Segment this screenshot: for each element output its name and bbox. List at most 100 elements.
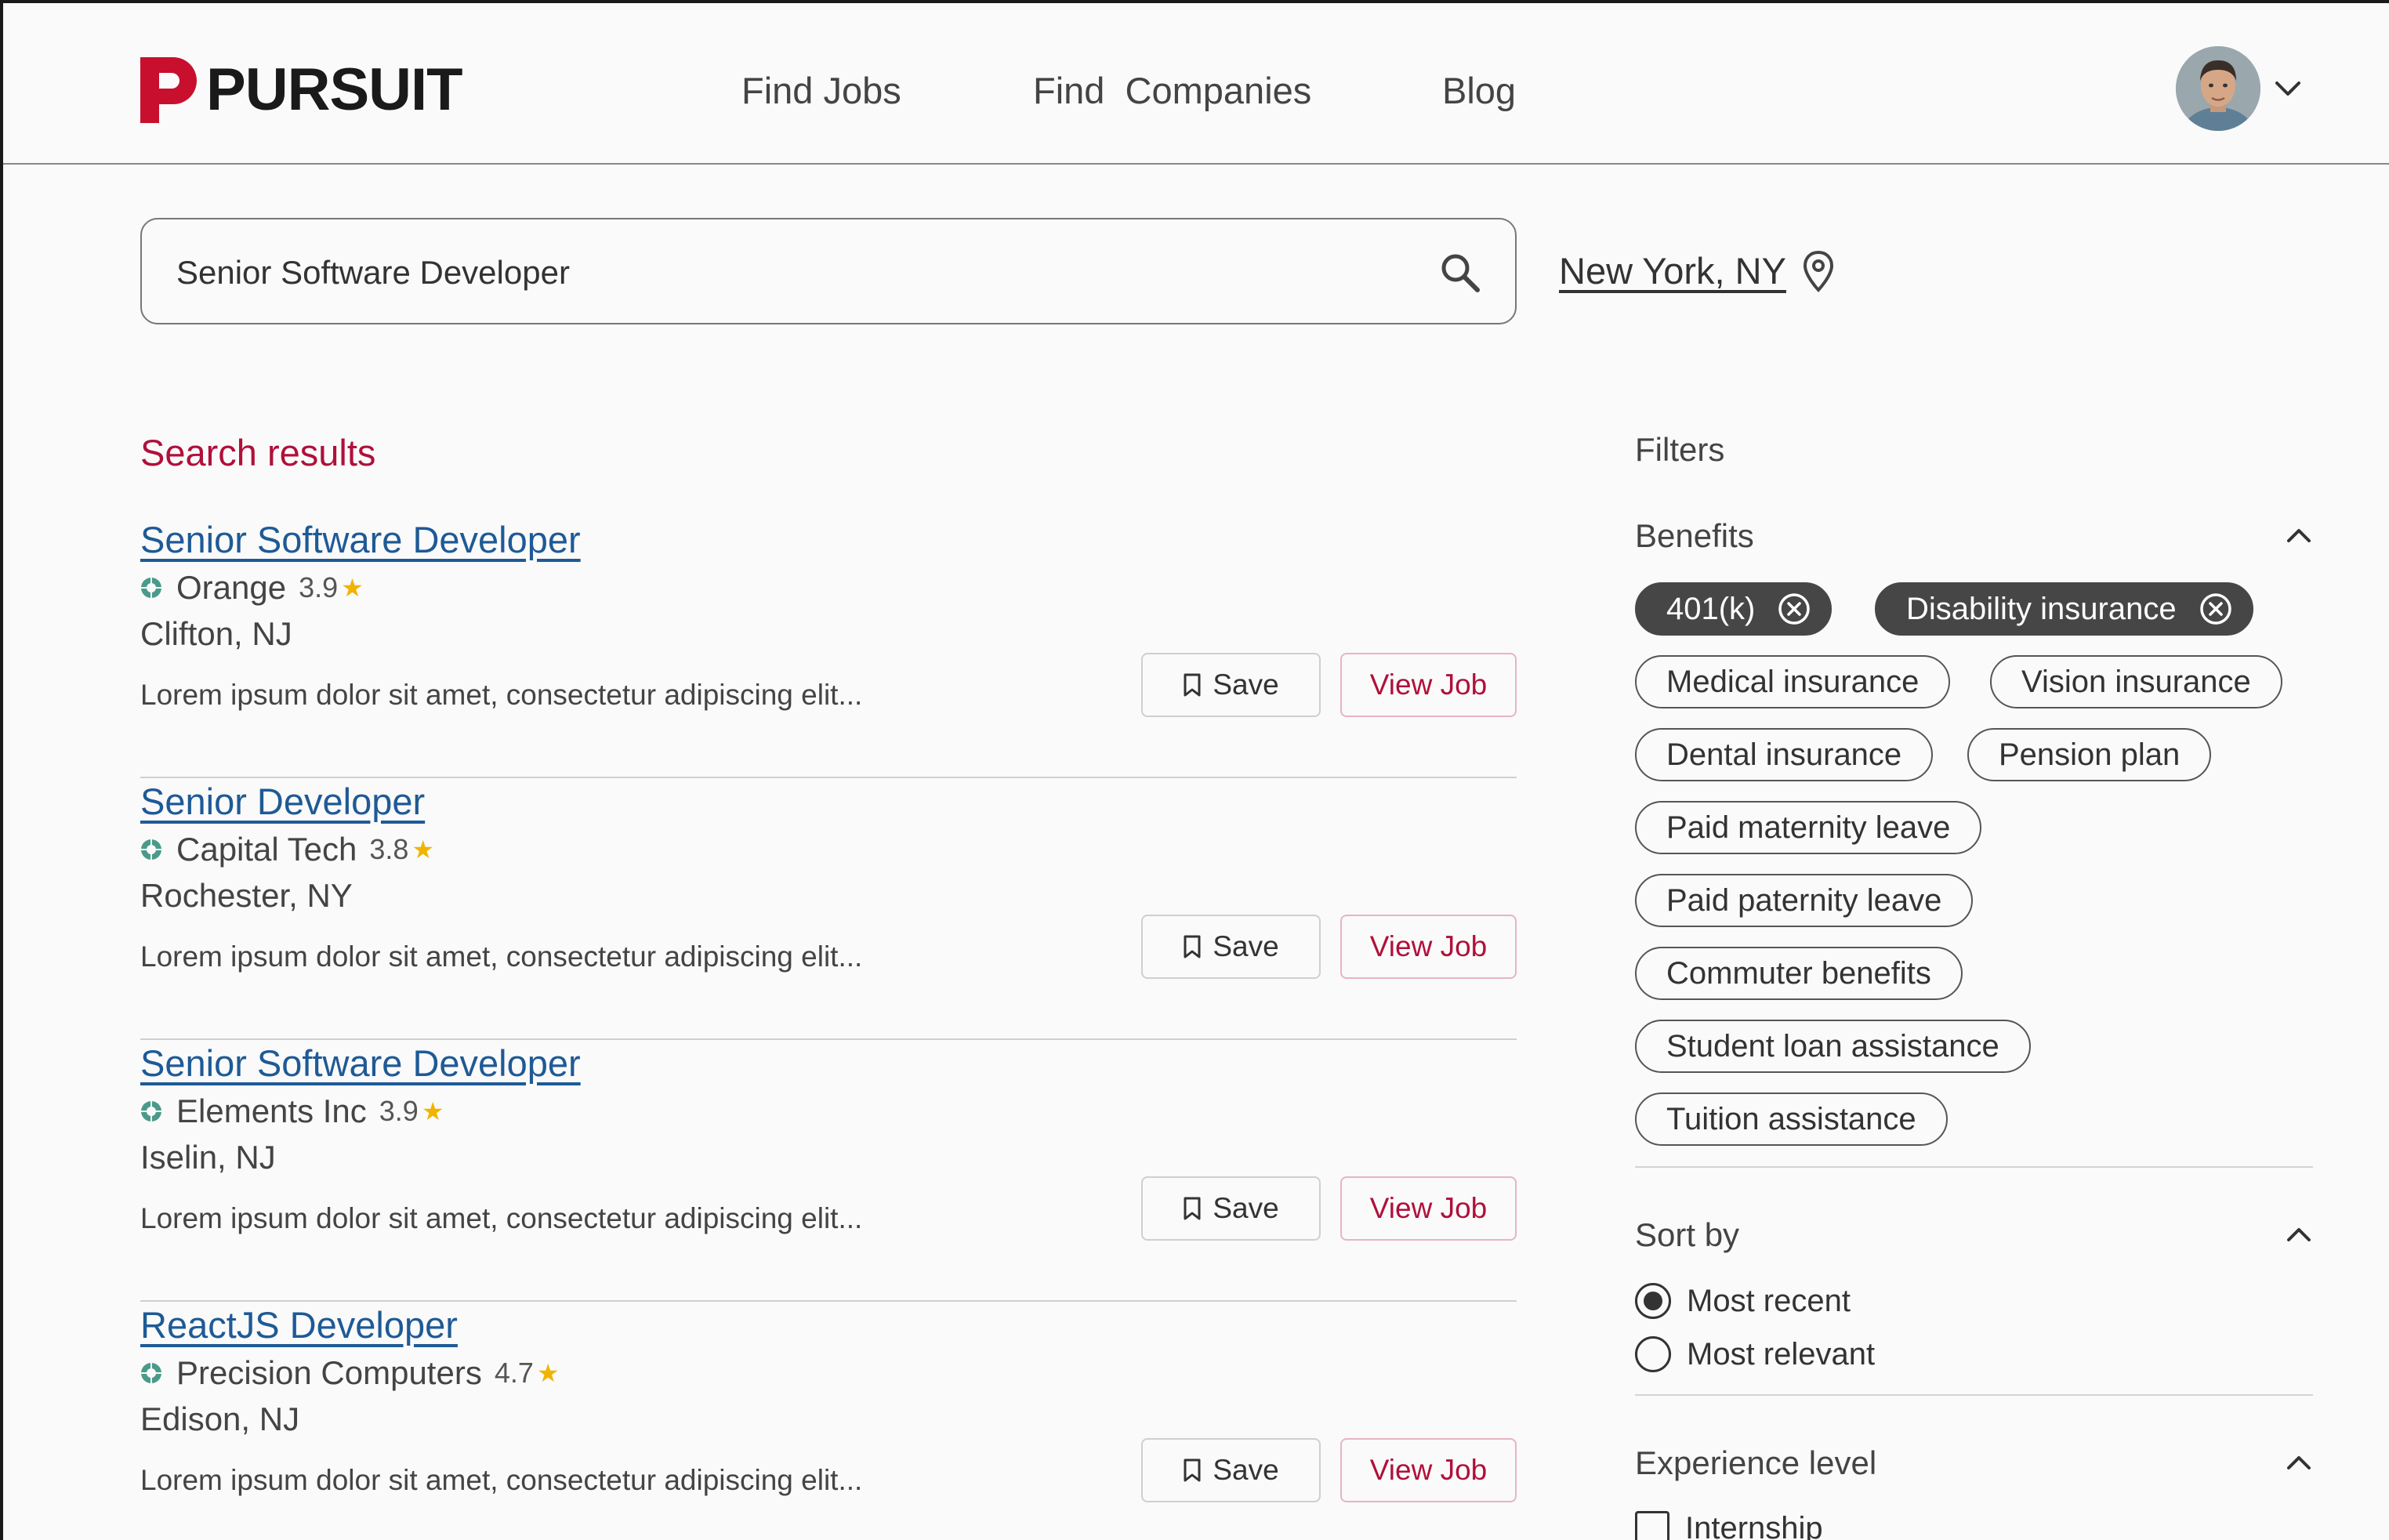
company-name[interactable]: Orange xyxy=(176,569,286,607)
company-name[interactable]: Elements Inc xyxy=(176,1092,367,1130)
company-name[interactable]: Capital Tech xyxy=(176,831,357,868)
company-row: Orange 3.9 ★ xyxy=(140,565,364,611)
job-title-link[interactable]: Senior Software Developer xyxy=(140,516,581,563)
results-title: Search results xyxy=(140,432,376,473)
divider xyxy=(1635,1166,2313,1168)
star-icon: ★ xyxy=(341,574,364,602)
company-row: Elements Inc 3.9 ★ xyxy=(140,1089,444,1134)
company-row: Capital Tech 3.8 ★ xyxy=(140,827,434,872)
bookmark-icon xyxy=(1184,1197,1201,1220)
job-description: Lorem ipsum dolor sit amet, consectetur … xyxy=(140,1202,863,1234)
chevron-up-icon xyxy=(2287,529,2311,542)
job-title-link[interactable]: Senior Software Developer xyxy=(140,1040,581,1087)
job-location: Rochester, NY xyxy=(140,877,353,914)
location-link[interactable]: New York, NY xyxy=(1559,248,1786,295)
job-location: Clifton, NJ xyxy=(140,615,292,652)
sort-section-toggle[interactable]: Sort by xyxy=(1635,1212,2313,1259)
sort-option-most-recent[interactable]: Most recent xyxy=(1635,1279,1851,1323)
view-job-button[interactable]: View Job xyxy=(1340,1176,1517,1241)
benefit-chip-disability-insurance[interactable]: Disability insurance xyxy=(1875,582,2253,636)
view-job-button[interactable]: View Job xyxy=(1340,653,1517,717)
save-button[interactable]: Save xyxy=(1141,653,1321,717)
star-icon: ★ xyxy=(421,1097,444,1125)
divider xyxy=(1635,1394,2313,1396)
chevron-up-icon xyxy=(2287,1228,2311,1241)
job-title-link[interactable]: Senior Developer xyxy=(140,778,425,825)
sort-option-most-relevant[interactable]: Most relevant xyxy=(1635,1332,1875,1376)
benefit-chip-vision-insurance[interactable]: Vision insurance xyxy=(1990,655,2282,708)
experience-label: Experience level xyxy=(1635,1444,1877,1481)
company-rating: 3.9 xyxy=(299,571,339,603)
job-card: ReactJS Developer Precision Computers 4.… xyxy=(140,1302,1517,1540)
chip-label: 401(k) xyxy=(1666,591,1756,626)
save-label: Save xyxy=(1213,1454,1279,1486)
radio-label: Most recent xyxy=(1687,1283,1851,1318)
search-box xyxy=(140,218,1517,324)
star-icon: ★ xyxy=(536,1359,560,1387)
sort-label: Sort by xyxy=(1635,1216,1740,1253)
close-circle-icon[interactable] xyxy=(1777,592,1811,626)
nav-find-companies[interactable]: Find Companies xyxy=(1033,67,1311,114)
company-rating: 4.7 xyxy=(494,1357,534,1389)
company-rating: 3.8 xyxy=(369,833,409,865)
experience-section-toggle[interactable]: Experience level xyxy=(1635,1440,2313,1487)
benefit-chip-student-loan-assistance[interactable]: Student loan assistance xyxy=(1635,1020,2031,1073)
save-button[interactable]: Save xyxy=(1141,1176,1321,1241)
company-logo-icon xyxy=(141,1101,161,1121)
chevron-up-icon xyxy=(2287,1456,2311,1469)
view-job-button[interactable]: View Job xyxy=(1340,915,1517,979)
experience-option-internship[interactable]: Internship xyxy=(1635,1506,1823,1540)
company-name[interactable]: Precision Computers xyxy=(176,1354,482,1392)
location-pin-icon[interactable] xyxy=(1801,249,1836,293)
benefit-chip-medical-insurance[interactable]: Medical insurance xyxy=(1635,655,1951,708)
job-title-link[interactable]: ReactJS Developer xyxy=(140,1302,458,1349)
radio-label: Most relevant xyxy=(1687,1336,1876,1372)
save-button[interactable]: Save xyxy=(1141,915,1321,979)
company-row: Precision Computers 4.7 ★ xyxy=(140,1350,560,1396)
radio-button[interactable] xyxy=(1635,1336,1671,1372)
benefit-chip-paid-paternity-leave[interactable]: Paid paternity leave xyxy=(1635,874,1974,927)
job-card: Senior Developer Capital Tech 3.8 ★ Roch… xyxy=(140,778,1517,1040)
close-circle-icon[interactable] xyxy=(2199,592,2233,626)
save-label: Save xyxy=(1213,930,1279,962)
nav-find-jobs[interactable]: Find Jobs xyxy=(741,67,901,114)
benefit-chip-dental-insurance[interactable]: Dental insurance xyxy=(1635,728,1934,781)
job-description: Lorem ipsum dolor sit amet, consectetur … xyxy=(140,940,863,973)
star-icon: ★ xyxy=(411,835,435,864)
save-label: Save xyxy=(1213,669,1279,701)
job-description: Lorem ipsum dolor sit amet, consectetur … xyxy=(140,679,863,711)
job-card: Senior Software Developer Elements Inc 3… xyxy=(140,1040,1517,1302)
chevron-down-icon[interactable] xyxy=(2272,75,2304,102)
company-logo-icon xyxy=(141,1363,161,1383)
benefit-chip-paid-maternity-leave[interactable]: Paid maternity leave xyxy=(1635,801,1982,854)
chip-label: Disability insurance xyxy=(1906,591,2177,626)
view-job-button[interactable]: View Job xyxy=(1340,1438,1517,1502)
bookmark-icon xyxy=(1184,673,1201,697)
checkbox[interactable] xyxy=(1635,1511,1669,1540)
checkbox-label: Internship xyxy=(1685,1510,1823,1540)
benefits-section-toggle[interactable]: Benefits xyxy=(1635,513,2313,560)
benefit-chip-commuter-benefits[interactable]: Commuter benefits xyxy=(1635,947,1963,1000)
filters-title: Filters xyxy=(1635,431,1725,468)
logo-mark-icon xyxy=(140,57,197,123)
logo[interactable]: PURSUIT xyxy=(140,56,463,124)
save-label: Save xyxy=(1213,1192,1279,1224)
company-logo-icon xyxy=(141,578,161,598)
benefits-label: Benefits xyxy=(1635,517,1754,554)
company-logo-icon xyxy=(141,839,161,860)
nav-blog[interactable]: Blog xyxy=(1442,67,1516,114)
app-frame: PURSUIT Find Jobs Find Companies Blog Se… xyxy=(0,0,2389,1540)
benefit-chip-401k[interactable]: 401(k) xyxy=(1635,582,1833,636)
benefit-chip-pension-plan[interactable]: Pension plan xyxy=(1967,728,2212,781)
search-input[interactable] xyxy=(176,251,1391,295)
search-icon[interactable] xyxy=(1437,249,1484,296)
bookmark-icon xyxy=(1184,1458,1201,1482)
job-location: Iselin, NJ xyxy=(140,1139,276,1176)
logo-text: PURSUIT xyxy=(206,56,463,123)
avatar[interactable] xyxy=(2176,46,2260,131)
radio-button[interactable] xyxy=(1635,1283,1671,1319)
avatar-photo xyxy=(2176,46,2260,131)
save-button[interactable]: Save xyxy=(1141,1438,1321,1502)
benefit-chip-tuition-assistance[interactable]: Tuition assistance xyxy=(1635,1092,1948,1146)
job-location: Edison, NJ xyxy=(140,1400,300,1437)
